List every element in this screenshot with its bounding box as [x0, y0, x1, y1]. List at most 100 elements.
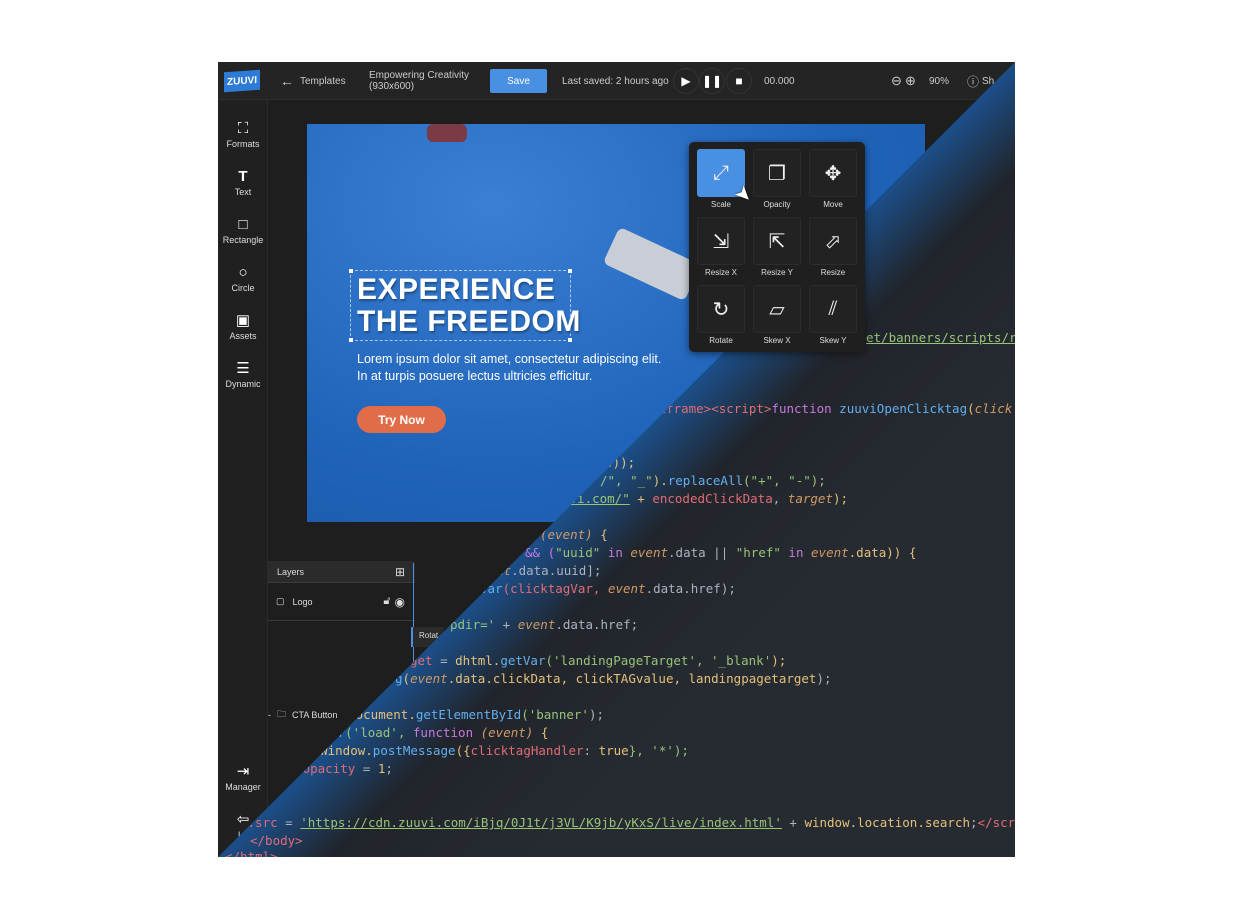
- stop-button[interactable]: ■: [726, 68, 752, 94]
- eye-icon[interactable]: ◉: [395, 595, 405, 609]
- sidebar-item-manager[interactable]: ⇥ Manager: [218, 763, 268, 793]
- image-icon: ▣: [235, 312, 251, 329]
- enter-icon: ⇥: [236, 763, 250, 780]
- code-line: get = dhtml.getVar('landingPageTarget', …: [410, 652, 786, 670]
- sidebar-item-circle[interactable]: ○ Circle: [218, 265, 268, 294]
- code-line: uvi.com/" + encodedClickData, target);: [562, 490, 848, 508]
- lock-icon[interactable]: 🔓︎: [383, 595, 390, 608]
- sidebar-item-dynamic[interactable]: ☰ Dynamic: [218, 361, 268, 390]
- project-name: Empowering Creativity: [369, 70, 470, 81]
- preset-resize-button[interactable]: ⬀: [809, 217, 857, 265]
- sidebar-label: Manager: [225, 782, 261, 792]
- layer-row-cta[interactable]: - 🗀︎ CTA Button: [268, 707, 337, 723]
- sidebar-item-rectangle[interactable]: □ Rectangle: [218, 216, 268, 246]
- code-line: g(event.data.clickData, clickTAGvalue, l…: [395, 670, 832, 688]
- code-token: event: [517, 617, 556, 632]
- preset-label: Resize: [820, 268, 846, 277]
- code-token: nt: [496, 563, 512, 578]
- body-line: Lorem ipsum dolor sit amet, consectetur …: [357, 352, 662, 366]
- code-token: .data.href;: [555, 617, 639, 632]
- preset-label: Rotate: [709, 336, 733, 345]
- top-bar: ZUUVI ← Templates Empowering Creativity (9…: [218, 62, 1015, 100]
- sidebar-item-formats[interactable]: ⛶ Formats: [218, 120, 268, 150]
- body-text[interactable]: Lorem ipsum dolor sit amet, consectetur …: [357, 351, 661, 385]
- cta-button[interactable]: Try Now: [357, 406, 446, 433]
- code-token: stener: [300, 725, 346, 740]
- resize-y-icon: ⇱: [768, 230, 786, 253]
- layer-row-logo[interactable]: ▢ Logo 🔓︎ ◉: [268, 583, 415, 621]
- sidebar-label: Formats: [226, 139, 260, 149]
- code-token: .data ||: [668, 545, 736, 560]
- preset-move-button[interactable]: ✥: [809, 149, 857, 197]
- headline-line: THE FREEDOM: [357, 305, 581, 338]
- code-token: ).: [652, 473, 668, 488]
- image-icon: ▢: [276, 596, 285, 606]
- code-token: );: [816, 671, 832, 686]
- sidebar-label: Assets: [229, 331, 257, 341]
- code-token: =: [277, 815, 301, 830]
- pause-button[interactable]: ❚❚: [699, 68, 725, 94]
- resize-icon: ⬀: [824, 230, 842, 253]
- code-token: <script>: [711, 401, 772, 416]
- code-token: le.opacity: [280, 761, 356, 776]
- code-token: /", "_": [600, 473, 653, 488]
- code-token: pdir=': [450, 617, 496, 632]
- zoom-out-button[interactable]: ⊖: [891, 62, 902, 100]
- code-token: target: [787, 491, 833, 506]
- back-to-templates-link[interactable]: ← Templates: [280, 62, 346, 100]
- zuuvi-logo: ZUUVI: [224, 69, 260, 93]
- code-token: replaceAll: [667, 473, 744, 488]
- preset-label: Skew Y: [819, 336, 847, 345]
- code-token: +: [495, 617, 518, 632]
- code-line: (event) {: [540, 526, 608, 544]
- code-token: .data)) {: [848, 545, 917, 560]
- preset-label: Opacity: [763, 200, 791, 209]
- code-token: ('load',: [345, 725, 413, 740]
- skew-y-icon: ⫽: [828, 297, 838, 320]
- code-token: in: [600, 545, 631, 560]
- text-icon: T: [238, 168, 248, 185]
- code-token: (: [402, 671, 411, 686]
- code-token: getVar: [500, 653, 546, 668]
- code-token: );: [771, 653, 787, 668]
- code-line: && ("uuid" in event.data || "href" in ev…: [525, 544, 916, 562]
- code-line: e.src = 'https://cdn.zuuvi.com/iBjq/0J1t…: [240, 814, 1015, 832]
- code-token: ('landingPageTarget', '_blank': [545, 653, 772, 668]
- code-token: +: [781, 815, 805, 830]
- collapse-icon[interactable]: -: [268, 710, 271, 720]
- preset-label: Resize X: [704, 268, 737, 277]
- code-token: .data.href);: [645, 581, 736, 596]
- sidebar-label: Circle: [231, 283, 255, 293]
- code-token: );: [588, 707, 604, 722]
- preset-skew-y-button[interactable]: ⫽: [809, 285, 857, 333]
- code-token: </html>: [225, 849, 278, 857]
- skydiver-image: [427, 124, 467, 142]
- code-token: function: [771, 401, 840, 416]
- code-token: 'https://cdn.zuuvi.com/iBjq/0J1t/j3VL/K9…: [300, 815, 782, 830]
- headline[interactable]: EXPERIENCE THE FREEDOM: [357, 274, 581, 338]
- sidebar-item-assets[interactable]: ▣ Assets: [218, 312, 268, 342]
- preset-opacity-button[interactable]: ❐: [753, 149, 801, 197]
- code-token: getElementById: [415, 707, 522, 722]
- code-token: =: [432, 653, 456, 668]
- formats-icon: ⛶: [237, 120, 249, 137]
- sidebar-item-text[interactable]: T Text: [218, 168, 268, 198]
- code-token: =: [355, 761, 378, 776]
- sidebar-label: Text: [234, 187, 252, 197]
- preset-rotate-button[interactable]: ↻: [697, 285, 745, 333]
- play-button[interactable]: ▶: [673, 68, 699, 94]
- preset-skew-x-button[interactable]: ▱: [753, 285, 801, 333]
- code-token: "href": [735, 545, 781, 560]
- preset-resize-y-button[interactable]: ⇱: [753, 217, 801, 265]
- save-button[interactable]: Save: [490, 69, 547, 93]
- code-token: "uuid": [555, 545, 601, 560]
- code-token: click: [974, 401, 1013, 416]
- code-token: Var: [480, 581, 503, 596]
- body-line: In at turpis posuere lectus ultricies ef…: [357, 369, 593, 383]
- rectangle-icon: □: [238, 216, 248, 233]
- zoom-in-button[interactable]: ⊕: [905, 62, 916, 100]
- add-folder-icon[interactable]: ⊞: [395, 565, 405, 579]
- code-token: +: [629, 491, 653, 506]
- preset-resize-x-button[interactable]: ⇲: [697, 217, 745, 265]
- code-line: /", "_").replaceAll("+", "-");: [600, 472, 826, 490]
